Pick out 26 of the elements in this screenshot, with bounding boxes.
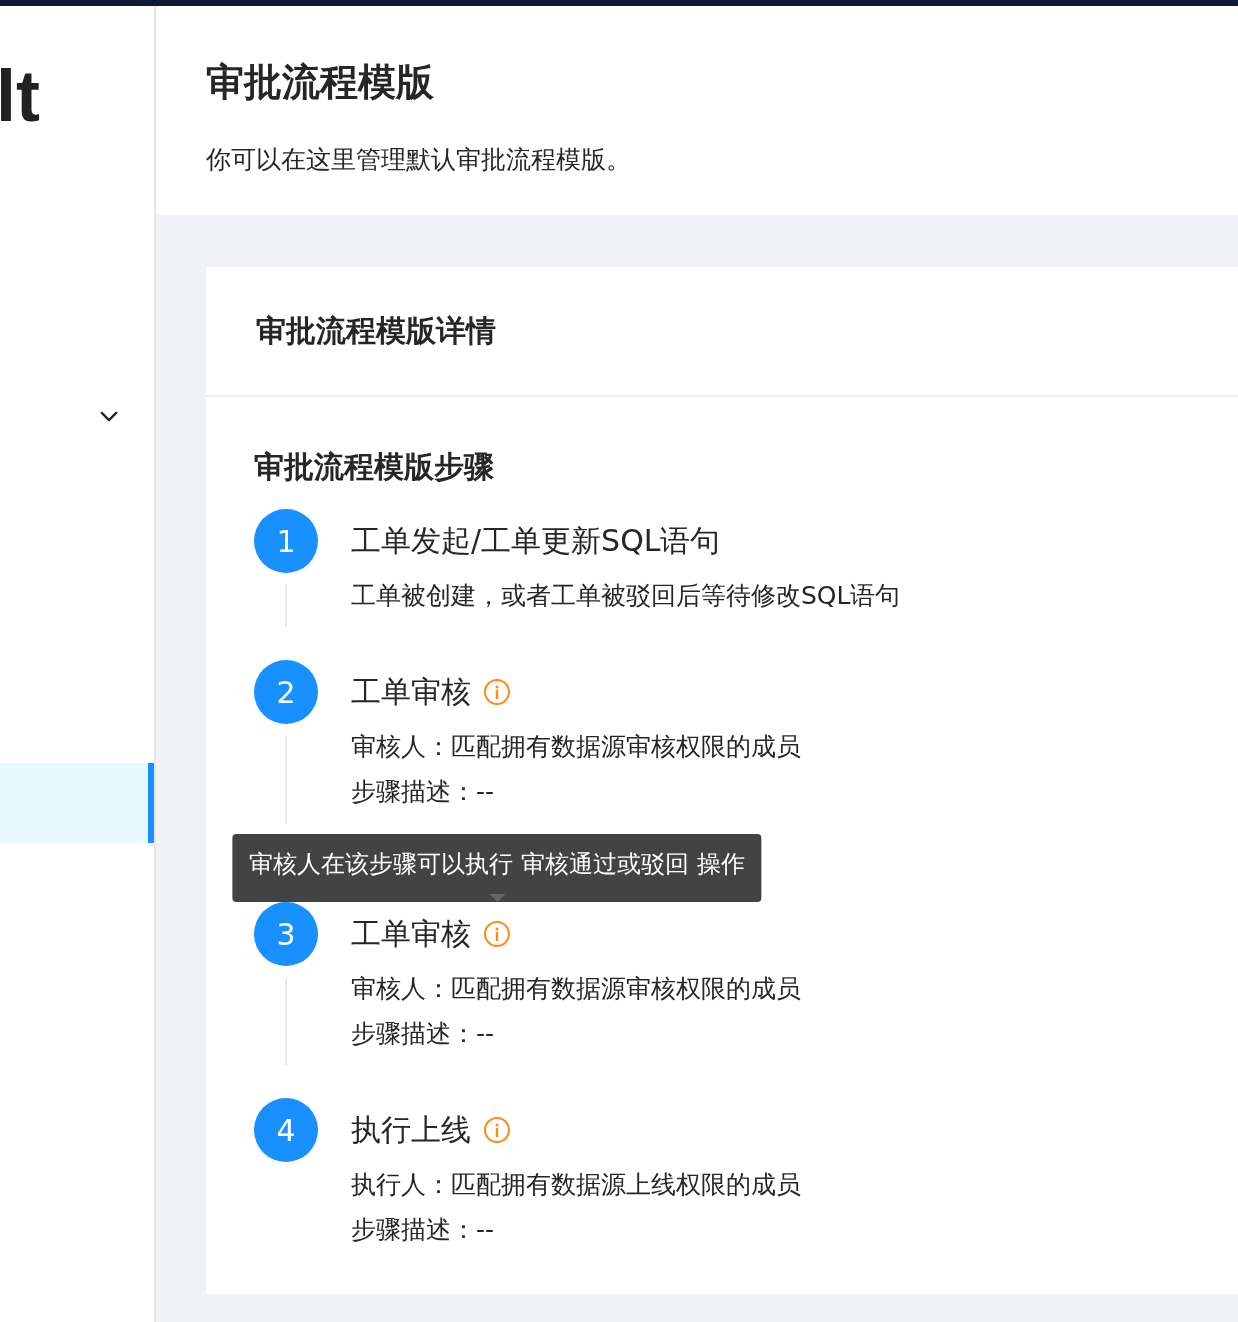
step-description: 工单被创建，或者工单被驳回后等待修改SQL语句: [351, 580, 901, 612]
step-description: 步骤描述：--: [351, 1018, 496, 1050]
step-description: 审核人：匹配拥有数据源审核权限的成员: [351, 731, 801, 763]
section-title: 审批流程模版步骤: [254, 448, 495, 486]
step-title: 执行上线: [351, 1110, 471, 1149]
info-icon[interactable]: [483, 678, 511, 706]
step-description: 审核人：匹配拥有数据源审核权限的成员: [351, 973, 801, 1005]
step-title: 工单审核: [351, 914, 471, 953]
step-number: 2: [254, 660, 318, 724]
step-description: 步骤描述：--: [351, 1214, 496, 1246]
menu-item[interactable]: [0, 763, 154, 843]
step-number: 3: [254, 902, 318, 966]
step-number: 4: [254, 1098, 318, 1162]
page-title: 审批流程模版: [206, 59, 435, 106]
info-icon[interactable]: [483, 920, 511, 948]
sidebar-heading: lt: [0, 60, 41, 132]
tooltip: 审核人在该步骤可以执行 审核通过或驳回 操作: [232, 834, 762, 902]
page-description: 你可以在这里管理默认审批流程模版。: [206, 144, 632, 176]
step-description: 执行人：匹配拥有数据源上线权限的成员: [351, 1169, 801, 1201]
step-description: 步骤描述：--: [351, 776, 496, 808]
info-icon[interactable]: [483, 1116, 511, 1144]
step-title: 工单审核: [351, 672, 471, 711]
step-number: 1: [254, 509, 318, 573]
chevron-icon: [100, 410, 118, 422]
card-title: 审批流程模版详情: [256, 311, 496, 350]
step-title: 工单发起/工单更新SQL语句: [351, 521, 721, 560]
